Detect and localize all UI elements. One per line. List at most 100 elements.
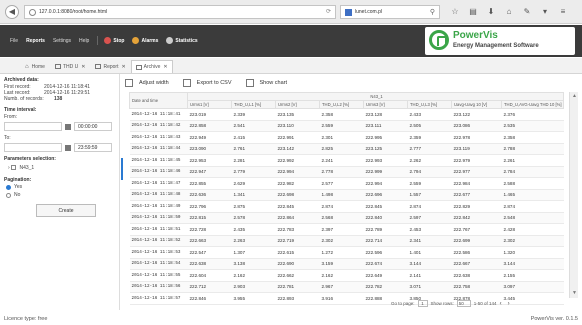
value-cell: 222.674	[363, 258, 408, 270]
radio-no[interactable]	[6, 192, 11, 198]
close-icon[interactable]: ✕	[163, 64, 167, 70]
value-cell: 222.979	[451, 154, 502, 167]
rows-per-page-select[interactable]: 50	[456, 300, 471, 307]
value-cell: 2.629	[231, 177, 276, 190]
table-row[interactable]: 2014-12-16 11:18:56 222.712 2.903 222.781 2.…	[129, 281, 564, 293]
value-cell: 2.597	[407, 212, 452, 224]
param-tree-item[interactable]: › N43_1	[8, 165, 115, 171]
tab-archive[interactable]: Archive ✕	[130, 60, 173, 73]
home-icon[interactable]: ⌂	[500, 5, 518, 19]
browser-search-bar[interactable]: lunet.com.pl ⚲	[340, 5, 440, 19]
value-cell: 2.578	[231, 212, 276, 224]
more-icon[interactable]: ▾	[536, 5, 554, 19]
value-cell: 2.162	[319, 269, 364, 282]
column-header[interactable]: Urms2 [V]	[275, 100, 320, 109]
goto-page-input[interactable]: 1	[417, 300, 428, 307]
table-row[interactable]: 2014-12-16 11:18:55 222.604 2.162 222.662 2.…	[129, 269, 564, 282]
stop-button[interactable]: Stop	[104, 37, 124, 44]
value-cell: 2.559	[407, 177, 452, 190]
pagination-no-option[interactable]: No	[6, 192, 115, 198]
table-row[interactable]: 2014-12-16 11:18:48 222.636 1.341 222.698 1.…	[129, 189, 564, 201]
next-page-icon[interactable]: ›	[508, 301, 510, 307]
chat-icon[interactable]: ✎	[518, 5, 536, 19]
export-csv-button[interactable]: Export to CSV	[182, 79, 232, 87]
value-cell: 2.397	[319, 223, 364, 236]
scroll-up-icon[interactable]: ▲	[571, 93, 578, 100]
value-cell: 3.955	[231, 292, 276, 305]
prev-page-icon[interactable]: ‹	[500, 301, 502, 307]
tab-home[interactable]: ⌂ Home	[20, 60, 50, 73]
table-row[interactable]: 2014-12-16 11:18:50 222.815 2.578 222.864 2.…	[129, 212, 564, 224]
menu-settings[interactable]: Settings	[53, 38, 71, 44]
menu-icon[interactable]: ≡	[554, 5, 572, 19]
calendar-icon[interactable]	[65, 144, 71, 151]
menu-file[interactable]: File	[10, 38, 18, 44]
table-row[interactable]: 2014-12-16 11:18:46 222.947 2.779 222.994 2.…	[129, 166, 564, 178]
param-checkbox[interactable]	[11, 165, 17, 171]
column-header[interactable]: Urms1 [V]	[187, 100, 232, 109]
column-header[interactable]: Uavg-Uavg 10 [V]	[451, 100, 502, 109]
chevron-right-icon[interactable]: ›	[8, 165, 10, 171]
line-chart-icon	[245, 79, 254, 87]
table-row[interactable]: 2014-12-16 11:18:53 222.547 1.307 222.615 1.…	[129, 246, 564, 259]
value-cell: 2.301	[319, 131, 364, 144]
table-row[interactable]: 2014-12-16 11:18:47 222.855 2.629 222.982 2.…	[129, 177, 564, 190]
statistics-button[interactable]: Statistics	[166, 37, 198, 44]
table-row[interactable]: 2014-12-16 11:18:51 222.728 2.435 222.783 2.…	[129, 223, 564, 236]
show-chart-button[interactable]: Show chart	[245, 79, 287, 87]
back-icon[interactable]: ◀	[5, 4, 19, 19]
to-label: To:	[4, 135, 11, 141]
close-icon[interactable]: ✕	[81, 64, 85, 70]
alarms-button[interactable]: Alarms	[132, 37, 158, 44]
table-row[interactable]: 2014-12-16 11:18:52 222.663 2.263 222.719 2.…	[129, 235, 564, 247]
from-date-input[interactable]	[4, 122, 62, 131]
adjust-width-button[interactable]: Adjust width	[125, 79, 169, 87]
to-date-input[interactable]	[4, 143, 62, 152]
value-cell: 2.967	[319, 281, 364, 293]
group-header: N43_1	[186, 92, 565, 101]
vertical-scrollbar[interactable]: ▲ ▼	[569, 92, 578, 298]
to-time-input[interactable]: 23:59:59	[74, 143, 112, 152]
search-icon[interactable]: ⚲	[430, 8, 435, 16]
datetime-cell: 2014-12-16 11:18:49	[129, 200, 188, 213]
tab-thd-u[interactable]: THD U ✕	[50, 60, 90, 73]
table-row[interactable]: 2014-12-16 11:18:42 222.858 2.541 223.110 2.…	[129, 120, 564, 132]
value-cell: 1.498	[319, 189, 364, 201]
from-label: From:	[4, 114, 18, 120]
value-cell: 222.846	[187, 292, 232, 305]
menu-help[interactable]: Help	[79, 38, 89, 44]
star-icon[interactable]: ☆	[446, 5, 464, 19]
value-cell: 2.588	[501, 177, 564, 190]
column-header[interactable]: THD_U,AVG-Uavg THD 10 [%]	[500, 100, 565, 109]
datetime-header[interactable]: Date and time	[129, 92, 188, 109]
table-row[interactable]: 2014-12-16 11:18:54 222.638 3.138 222.690 3.…	[129, 258, 564, 270]
column-header[interactable]: THD_U,L1 [%]	[231, 100, 276, 109]
calendar-icon[interactable]	[65, 123, 71, 130]
value-cell: 2.141	[407, 269, 452, 282]
pagination-yes-option[interactable]: Yes	[6, 184, 115, 190]
column-header[interactable]: Urms3 [V]	[363, 100, 408, 109]
radio-yes[interactable]	[6, 184, 11, 190]
create-button[interactable]: Create	[36, 204, 96, 217]
scroll-down-icon[interactable]: ▼	[571, 290, 578, 297]
value-cell: 2.263	[231, 235, 276, 247]
column-header[interactable]: THD_U,L3 [%]	[407, 100, 452, 109]
download-icon[interactable]: ⬇	[482, 5, 500, 19]
reload-icon[interactable]: ⟳	[326, 8, 331, 15]
table-row[interactable]: 2014-12-16 11:18:45 222.953 2.281 222.992 2.…	[129, 154, 564, 167]
table-row[interactable]: 2014-12-16 11:18:41 223.019 2.339 223.135 2.…	[129, 108, 564, 121]
table-row[interactable]: 2014-12-16 11:18:44 223.090 2.761 223.142 2.…	[129, 143, 564, 155]
statistics-label: Statistics	[175, 37, 198, 44]
tab-report[interactable]: Report ✕	[90, 60, 130, 73]
value-cell: 2.281	[231, 154, 276, 167]
address-bar[interactable]: 127.0.0.1:8080/root/home.html ⟳	[24, 5, 336, 19]
table-row[interactable]: 2014-12-16 11:18:49 222.796 2.875 222.845 2.…	[129, 200, 564, 213]
table-row[interactable]: 2014-12-16 11:18:43 222.949 2.415 222.991 2.…	[129, 131, 564, 144]
from-time-input[interactable]: 00:00:00	[74, 122, 112, 131]
close-icon[interactable]: ✕	[121, 64, 125, 70]
clipboard-icon[interactable]: ▤	[464, 5, 482, 19]
value-cell: 2.548	[501, 212, 564, 224]
menu-reports[interactable]: Reports	[26, 38, 45, 44]
value-cell: 222.864	[275, 212, 320, 224]
column-header[interactable]: THD_U,L2 [%]	[319, 100, 364, 109]
